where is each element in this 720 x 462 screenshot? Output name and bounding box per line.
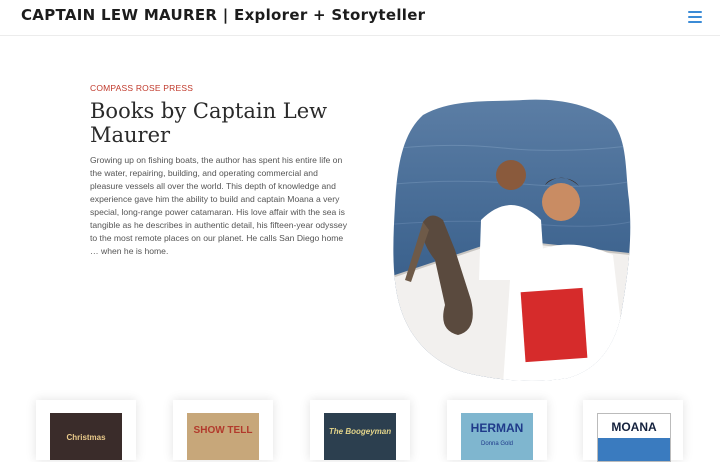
site-title[interactable]: CAPTAIN LEW MAURER | Explorer + Storytel… [21,6,425,24]
page-title: Books by Captain Lew Maurer [90,99,328,147]
site-header: CAPTAIN LEW MAURER | Explorer + Storytel… [0,0,720,36]
book-card[interactable]: HERMAN Donna Gold [447,400,547,460]
books-row: Christmas SHOW TELL The Boogeyman HERMAN… [0,395,720,462]
intro-section: COMPASS ROSE PRESS Books by Captain Lew … [90,83,352,258]
author-photo [383,90,638,385]
book-card[interactable]: Christmas [36,400,136,460]
publisher-label: COMPASS ROSE PRESS [90,83,194,93]
book-cover: Christmas [50,413,122,460]
hamburger-menu-icon[interactable] [688,11,702,23]
book-cover: MOANA [597,413,671,462]
author-photo-image [393,99,631,381]
book-card[interactable]: SHOW TELL [173,400,273,460]
book-cover: HERMAN Donna Gold [461,413,533,460]
book-card[interactable]: MOANA [583,400,683,462]
author-bio: Growing up on fishing boats, the author … [90,155,348,256]
book-card[interactable]: The Boogeyman [310,400,410,460]
book-cover: The Boogeyman [324,413,396,460]
book-cover: SHOW TELL [187,413,259,460]
